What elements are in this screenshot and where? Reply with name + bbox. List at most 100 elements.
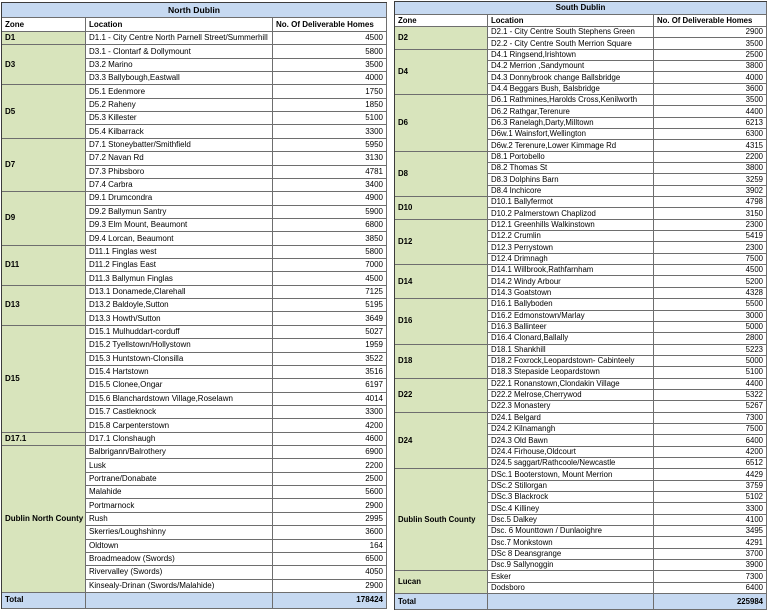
homes-cell: 4100 bbox=[654, 514, 767, 526]
location-cell: D18.2 Foxrock,Leopardstown- Cabinteely bbox=[488, 355, 654, 368]
location-cell: D2.1 - City Centre South Stephens Green bbox=[488, 27, 654, 39]
location-cell: Malahide bbox=[86, 486, 273, 500]
location-cell: D17.1 Clonshaugh bbox=[86, 432, 273, 447]
homes-cell: 3600 bbox=[273, 526, 387, 540]
location-cell: D10.2 Palmerstown Chaplizod bbox=[488, 208, 654, 220]
location-cell: Oldtown bbox=[86, 539, 273, 553]
location-cell: D16.1 Ballyboden bbox=[488, 299, 654, 311]
location-cell: D13.2 Baldoyle,Sutton bbox=[86, 299, 273, 313]
homes-cell: 4500 bbox=[273, 32, 387, 46]
homes-cell: 5800 bbox=[273, 245, 387, 260]
homes-cell: 3000 bbox=[654, 310, 767, 322]
location-cell: D5.4 Kilbarrack bbox=[86, 125, 273, 139]
zone-label: Dublin North County bbox=[2, 446, 86, 593]
location-cell: D11.1 Finglas west bbox=[86, 245, 273, 260]
homes-cell: 1850 bbox=[273, 98, 387, 113]
location-cell: D22.3 Monastery bbox=[488, 401, 654, 413]
zone-label: Lucan bbox=[395, 571, 488, 594]
location-cell: Dodsboro bbox=[488, 582, 654, 594]
homes-cell: 6213 bbox=[654, 117, 767, 130]
homes-cell: 3300 bbox=[273, 125, 387, 139]
homes-cell: 4291 bbox=[654, 537, 767, 549]
location-cell: D5.2 Raheny bbox=[86, 98, 273, 113]
homes-cell: 3300 bbox=[273, 405, 387, 420]
location-cell: D3.2 Marino bbox=[86, 58, 273, 73]
location-cell: D12.2 Crumlin bbox=[488, 231, 654, 243]
zone-label: D12 bbox=[395, 219, 488, 266]
south-dublin-table: South Dublin Zone Location No. Of Delive… bbox=[394, 1, 767, 610]
homes-cell: 3800 bbox=[654, 163, 767, 175]
homes-cell: 5223 bbox=[654, 344, 767, 356]
column-header-location: Location bbox=[488, 15, 654, 27]
homes-cell: 4500 bbox=[654, 265, 767, 277]
homes-cell: 3600 bbox=[654, 83, 767, 96]
zone-label: D5 bbox=[2, 85, 86, 139]
location-cell: Dsc. 6 Mounttown / Dunlaoighre bbox=[488, 525, 654, 538]
homes-cell: 5950 bbox=[273, 138, 387, 153]
homes-cell: 5267 bbox=[654, 401, 767, 413]
homes-cell: 3902 bbox=[654, 185, 767, 198]
location-cell: Balbrigann/Balrothery bbox=[86, 446, 273, 460]
location-cell: D9.2 Ballymun Santry bbox=[86, 205, 273, 219]
homes-cell: 5800 bbox=[273, 45, 387, 59]
location-cell: DSc 8 Deansgrange bbox=[488, 548, 654, 560]
location-cell: D24.4 Firhouse,Oldcourt bbox=[488, 446, 654, 458]
homes-cell: 4400 bbox=[654, 106, 767, 118]
homes-cell: 4050 bbox=[273, 566, 387, 580]
homes-cell: 6400 bbox=[654, 582, 767, 594]
location-cell: D18.3 Stepaside Leopardstown bbox=[488, 367, 654, 379]
homes-cell: 4798 bbox=[654, 197, 767, 209]
homes-cell: 4000 bbox=[654, 72, 767, 84]
homes-cell: 3759 bbox=[654, 480, 767, 492]
location-cell: D11.3 Ballymun Finglas bbox=[86, 272, 273, 286]
zone-label: Dublin South County bbox=[395, 469, 488, 572]
zone-label: D15 bbox=[2, 325, 86, 433]
homes-cell: 2900 bbox=[273, 499, 387, 513]
zone-label: D10 bbox=[395, 197, 488, 220]
homes-cell: 3800 bbox=[654, 61, 767, 73]
homes-cell: 2900 bbox=[273, 579, 387, 593]
homes-cell: 5200 bbox=[654, 276, 767, 288]
homes-cell: 2500 bbox=[654, 49, 767, 62]
zone-label: D4 bbox=[395, 49, 488, 96]
location-cell: D8.2 Thomas St bbox=[488, 163, 654, 175]
zone-label: D7 bbox=[2, 138, 86, 193]
homes-cell: 6800 bbox=[273, 218, 387, 233]
homes-cell: 2900 bbox=[654, 27, 767, 39]
location-cell: D10.1 Ballyfermot bbox=[488, 197, 654, 209]
homes-cell: 3649 bbox=[273, 312, 387, 326]
location-cell: D4.1 Ringsend,Irishtown bbox=[488, 49, 654, 62]
location-cell: Rivervalley (Swords) bbox=[86, 566, 273, 580]
homes-cell: 3500 bbox=[273, 58, 387, 73]
location-cell: D5.3 Killester bbox=[86, 112, 273, 126]
homes-cell: 4500 bbox=[273, 272, 387, 286]
location-cell: D9.1 Drumcondra bbox=[86, 192, 273, 206]
homes-cell: 4429 bbox=[654, 469, 767, 481]
homes-cell: 4328 bbox=[654, 287, 767, 300]
location-cell: D15.4 Hartstown bbox=[86, 365, 273, 380]
location-cell: DSc.2 Stillorgan bbox=[488, 480, 654, 492]
homes-cell: 3259 bbox=[654, 174, 767, 186]
location-cell: D24.5 saggart/Rathcoole/Newcastle bbox=[488, 457, 654, 470]
location-cell: Lusk bbox=[86, 459, 273, 473]
location-cell: D15.2 Tyellstown/Hollystown bbox=[86, 339, 273, 353]
location-cell: Esker bbox=[488, 571, 654, 583]
zone-label: D14 bbox=[395, 265, 488, 300]
homes-cell: 6512 bbox=[654, 457, 767, 470]
homes-cell: 5195 bbox=[273, 299, 387, 313]
homes-cell: 4200 bbox=[273, 419, 387, 433]
location-cell: D24.3 Old Bawn bbox=[488, 435, 654, 447]
location-cell: D7.3 Phibsboro bbox=[86, 165, 273, 179]
location-cell: Rush bbox=[86, 512, 273, 527]
homes-cell: 6400 bbox=[654, 435, 767, 447]
homes-cell: 164 bbox=[273, 539, 387, 553]
homes-cell: 3130 bbox=[273, 152, 387, 166]
homes-cell: 3500 bbox=[654, 95, 767, 107]
location-cell: Kinsealy-Drinan (Swords/Malahide) bbox=[86, 579, 273, 593]
location-cell: D24.1 Belgard bbox=[488, 412, 654, 424]
zone-label: D16 bbox=[395, 299, 488, 345]
location-cell: D6w.1 Wainsfort,Wellington bbox=[488, 129, 654, 141]
homes-cell: 5419 bbox=[654, 231, 767, 243]
location-cell: D4.3 Donnybrook change Ballsbridge bbox=[488, 72, 654, 84]
homes-cell: 2800 bbox=[654, 333, 767, 345]
